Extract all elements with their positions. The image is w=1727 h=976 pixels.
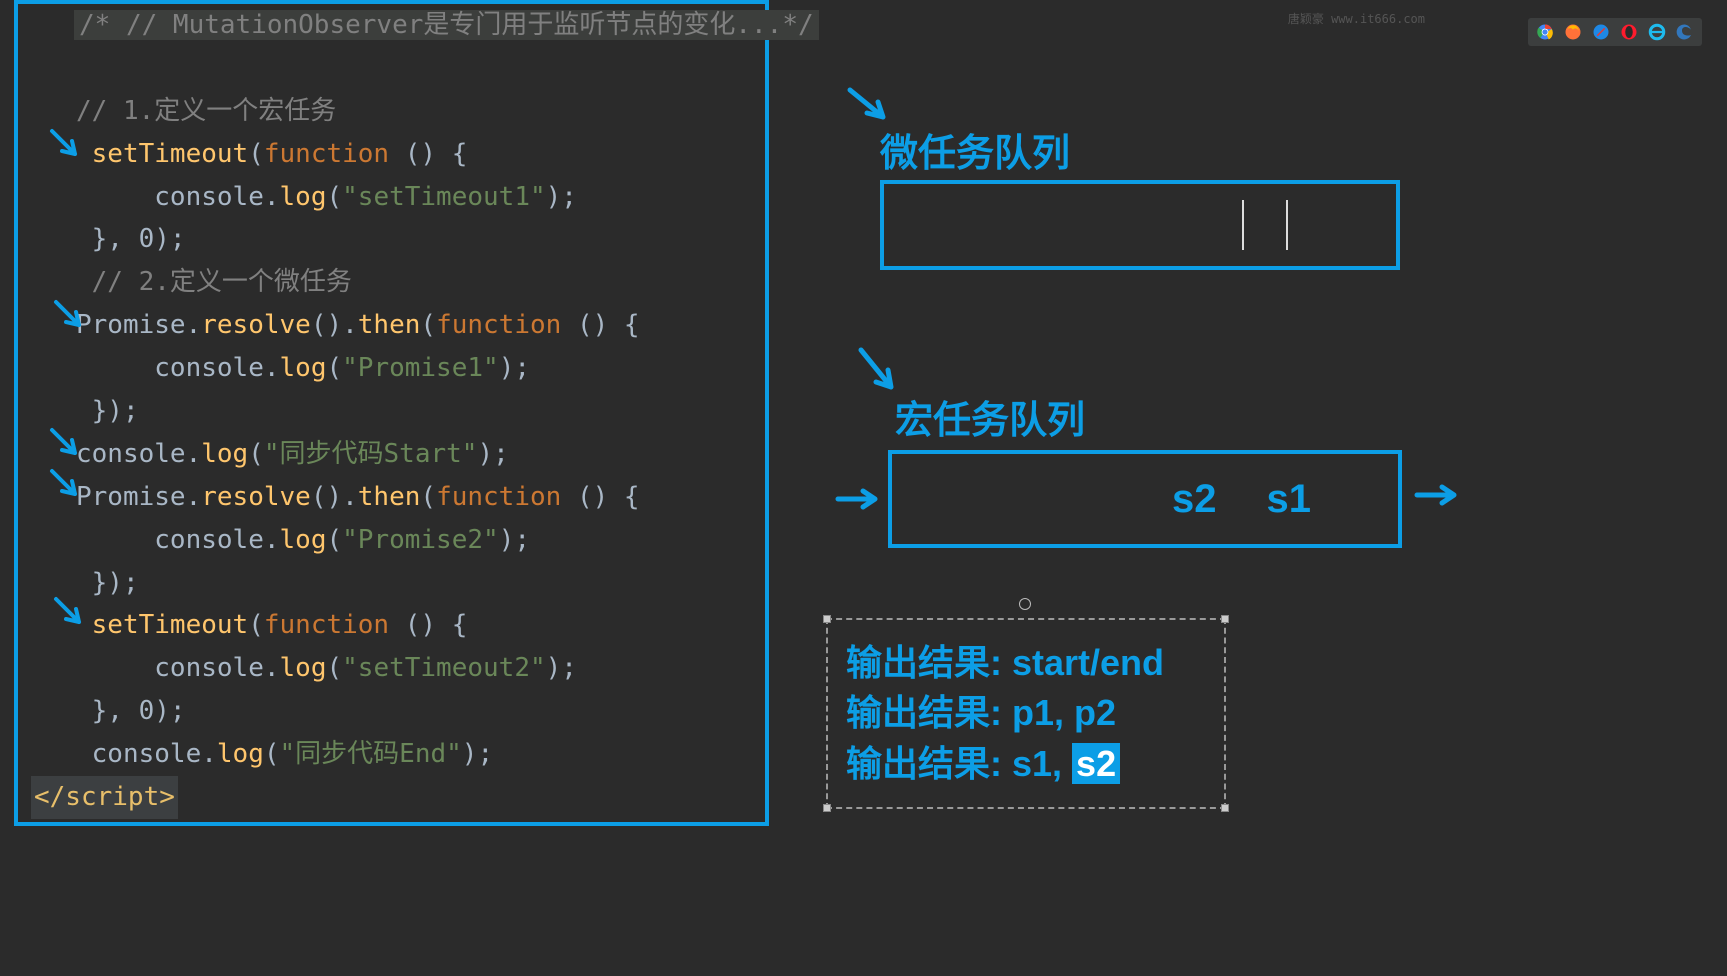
closing-script-tag: </script> (31, 776, 178, 819)
log-method: log (280, 353, 327, 383)
selection-handle[interactable] (1221, 804, 1229, 812)
output-line-3: 输出结果: s1, s2 (846, 739, 1206, 789)
safari-icon (1592, 23, 1610, 41)
comment-1: // 1.定义一个宏任务 (76, 96, 336, 126)
console-ident: console (154, 182, 264, 212)
str-promise2: "Promise2" (342, 525, 499, 555)
selection-handle[interactable] (823, 804, 831, 812)
delay-0: 0 (139, 224, 155, 254)
rotate-handle-icon[interactable] (1019, 598, 1031, 610)
settimeout-call: setTimeout (92, 610, 249, 640)
code-arrow-icon (47, 425, 85, 465)
function-kw: function (436, 310, 561, 340)
str-settimeout1: "setTimeout1" (342, 182, 546, 212)
output-highlight: s2 (1072, 743, 1120, 784)
selection-handle[interactable] (823, 615, 831, 623)
promise-ident: Promise (76, 310, 186, 340)
settimeout-call: setTimeout (92, 139, 249, 169)
log-method: log (217, 739, 264, 769)
output-box[interactable]: 输出结果: start/end 输出结果: p1, p2 输出结果: s1, s… (826, 618, 1226, 809)
macro-queue-box: s2 s1 (888, 450, 1402, 548)
function-kw: function (436, 482, 561, 512)
micro-queue-box (880, 180, 1400, 270)
log-method: log (280, 182, 327, 212)
macro-queue-item: s2 (1172, 477, 1217, 522)
comment-header: /* // MutationObserver是专门用于监听节点的变化...*/ (74, 10, 819, 40)
chrome-icon (1536, 23, 1554, 41)
arrow-into-macro-icon (833, 484, 885, 514)
code-arrow-icon (51, 594, 89, 634)
str-end: "同步代码End" (280, 739, 462, 769)
console-ident: console (154, 525, 264, 555)
delay-0: 0 (139, 696, 155, 726)
selection-handle[interactable] (1221, 615, 1229, 623)
browser-icons (1528, 18, 1702, 46)
resolve-method: resolve (201, 482, 311, 512)
arrow-out-macro-icon (1412, 480, 1464, 510)
ie-icon (1648, 23, 1666, 41)
output-line-1: 输出结果: start/end (846, 638, 1206, 688)
firefox-icon (1564, 23, 1582, 41)
queue-divider (1286, 200, 1288, 250)
code-panel: /* // MutationObserver是专门用于监听节点的变化...*/ … (14, 0, 769, 826)
code-arrow-icon (47, 466, 85, 506)
log-method: log (280, 525, 327, 555)
micro-queue-label: 微任务队列 (880, 122, 1070, 177)
console-ident: console (154, 653, 264, 683)
code-arrow-icon (51, 297, 89, 337)
then-method: then (358, 482, 421, 512)
resolve-method: resolve (201, 310, 311, 340)
queue-divider (1242, 200, 1244, 250)
str-start: "同步代码Start" (264, 439, 478, 469)
console-ident: console (92, 739, 202, 769)
str-settimeout2: "setTimeout2" (342, 653, 546, 683)
function-kw: function (264, 139, 389, 169)
log-method: log (201, 439, 248, 469)
opera-icon (1620, 23, 1638, 41)
code-arrow-icon (47, 126, 85, 166)
macro-queue-label: 宏任务队列 (895, 389, 1085, 444)
output-line-3-prefix: 输出结果: s1, (846, 743, 1072, 784)
then-method: then (358, 310, 421, 340)
code-editor[interactable]: /* // MutationObserver是专门用于监听节点的变化...*/ … (18, 4, 765, 819)
output-line-2: 输出结果: p1, p2 (846, 688, 1206, 738)
edge-icon (1676, 23, 1694, 41)
comment-2: // 2.定义一个微任务 (92, 267, 352, 297)
console-ident: console (76, 439, 186, 469)
watermark: 唐颖豪 www.it666.com (1288, 10, 1425, 27)
function-kw: function (264, 610, 389, 640)
console-ident: console (154, 353, 264, 383)
str-promise1: "Promise1" (342, 353, 499, 383)
macro-queue-item: s1 (1267, 477, 1312, 522)
log-method: log (280, 653, 327, 683)
promise-ident: Promise (76, 482, 186, 512)
